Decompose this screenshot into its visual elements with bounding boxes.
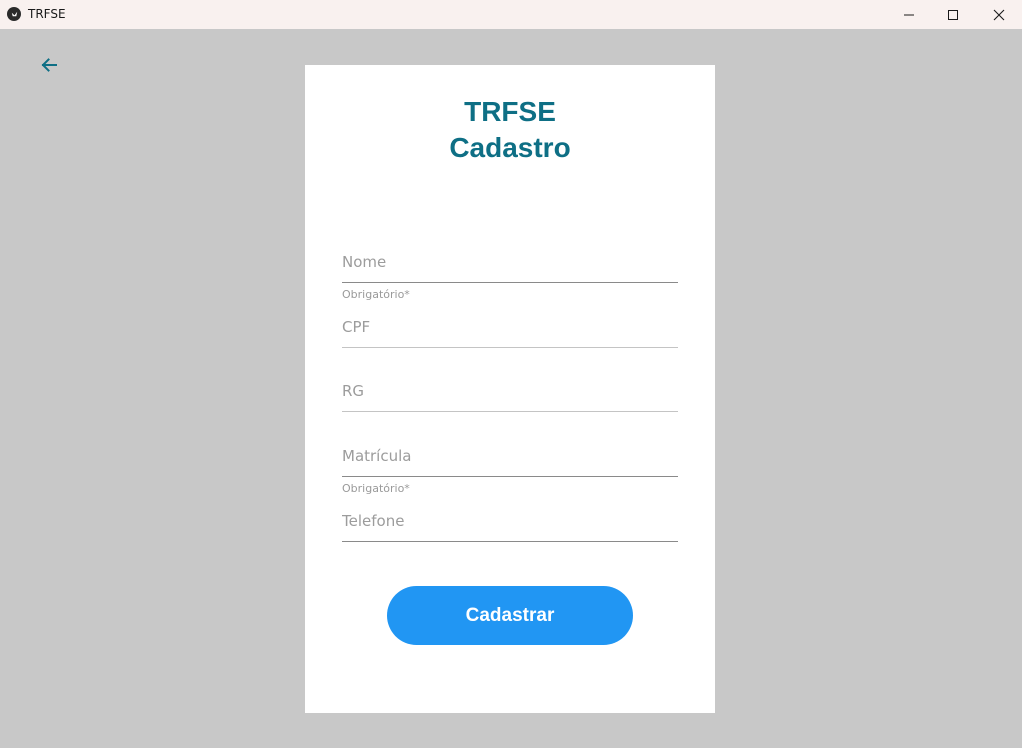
form-title: TRFSE Cadastro	[305, 94, 715, 166]
maximize-button[interactable]	[930, 0, 976, 29]
back-button[interactable]	[36, 52, 62, 78]
rg-input[interactable]	[342, 360, 678, 412]
page-heading: Cadastro	[449, 132, 571, 163]
window-title: TRFSE	[28, 7, 66, 21]
nome-input[interactable]	[342, 231, 678, 283]
rg-field-wrapper	[342, 360, 678, 412]
telefone-input[interactable]	[342, 490, 678, 542]
maximize-icon	[948, 9, 958, 20]
matricula-input[interactable]	[342, 425, 678, 477]
window-titlebar: TRFSE	[0, 0, 1022, 29]
close-button[interactable]	[976, 0, 1022, 29]
app-name-heading: TRFSE	[464, 96, 556, 127]
minimize-icon	[904, 14, 914, 15]
arrow-left-icon	[41, 58, 57, 72]
minimize-button[interactable]	[886, 0, 932, 29]
cpf-field-wrapper: Obrigatório*	[342, 288, 678, 348]
cpf-input[interactable]	[342, 296, 678, 348]
matricula-field-wrapper	[342, 425, 678, 477]
register-card: TRFSE Cadastro Obrigatório* Obrigatório*…	[305, 65, 715, 713]
close-icon	[993, 9, 1005, 20]
nome-field-wrapper	[342, 231, 678, 283]
app-icon	[7, 7, 21, 21]
cadastrar-button[interactable]: Cadastrar	[387, 586, 633, 645]
telefone-field-wrapper: Obrigatório*	[342, 482, 678, 542]
